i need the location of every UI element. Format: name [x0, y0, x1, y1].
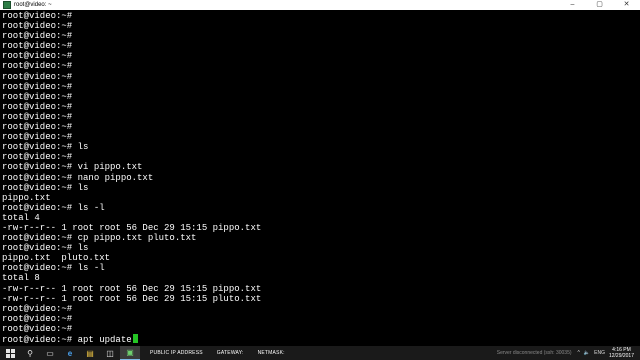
minimize-button[interactable]: – [559, 0, 586, 10]
text-cursor [132, 334, 138, 343]
terminal-line: root@video:~# ls [2, 142, 89, 153]
terminal-line: root@video:~# [2, 81, 73, 92]
terminal-line: root@video:~# [2, 313, 73, 324]
terminal-line: root@video:~# ls [2, 243, 89, 254]
terminal-line: root@video:~# [2, 303, 73, 314]
edge-icon[interactable]: e [60, 346, 80, 360]
maximize-button[interactable]: ▢ [586, 0, 613, 10]
terminal-line: root@video:~# [2, 122, 73, 133]
terminal-line: root@video:~# nano pippo.txt [2, 172, 154, 183]
clock-date: 12/29/2017 [608, 353, 634, 359]
terminal-line: total 8 [2, 273, 40, 284]
public-ip-label: PUBLIC IP ADDRESS [150, 350, 203, 356]
terminal-lines: root@video:~# root@video:~# root@video:~# r… [2, 11, 262, 345]
terminal-line: -rw-r--r-- 1 root root 56 Dec 29 15:15 p… [2, 293, 262, 304]
store-icon[interactable]: ◫ [100, 346, 120, 360]
terminal-line: root@video:~# [2, 41, 73, 52]
terminal-line: root@video:~# [2, 111, 73, 122]
terminal-line: root@video:~# [2, 31, 73, 42]
taskbar: ⚲ ▭ e ▤ ◫ ▣ PUBLIC IP ADDRESS GATEWAY: N… [0, 346, 640, 360]
terminal-line: root@video:~# cp pippo.txt pluto.txt [2, 233, 197, 244]
windows-logo-icon [5, 348, 15, 358]
terminal-line: root@video:~# [2, 11, 73, 21]
terminal-line: pippo.txt [2, 192, 51, 203]
task-view-icon[interactable]: ▭ [40, 346, 60, 360]
window-title: root@video: ~ [14, 2, 52, 8]
terminal-line: root@video:~# vi pippo.txt [2, 162, 143, 173]
status-text: Server disconnected (ssh: 30035) [496, 350, 572, 356]
terminal-line: root@video:~# ls -l [2, 202, 105, 213]
terminal-line: root@video:~# [2, 71, 73, 82]
explorer-icon[interactable]: ▤ [80, 346, 100, 360]
terminal-line: root@video:~# ls [2, 182, 89, 193]
terminal-line: pippo.txt pluto.txt [2, 253, 111, 264]
terminal-line: root@video:~# [2, 61, 73, 72]
terminal-line: root@video:~# [2, 323, 73, 334]
system-tray: ^ 🔈 ENG [578, 350, 605, 356]
terminal-line: root@video:~# [2, 51, 73, 62]
speaker-icon[interactable]: 🔈 [584, 350, 590, 356]
terminal-input-line[interactable]: root@video:~# apt update [2, 334, 261, 345]
terminal-line: -rw-r--r-- 1 root root 56 Dec 29 15:15 p… [2, 283, 262, 294]
language-indicator[interactable]: ENG [594, 350, 605, 356]
terminal-line: root@video:~# [2, 132, 73, 143]
terminal-line: root@video:~# ls -l [2, 263, 105, 274]
clock[interactable]: 4:16 PM 12/29/2017 [609, 347, 634, 359]
network-info: PUBLIC IP ADDRESS GATEWAY: NETMASK: [150, 350, 285, 356]
window-controls: – ▢ ✕ [559, 0, 640, 10]
terminal-line: -rw-r--r-- 1 root root 56 Dec 29 15:15 p… [2, 222, 262, 233]
close-button[interactable]: ✕ [613, 0, 640, 10]
search-icon[interactable]: ⚲ [20, 346, 40, 360]
command-input[interactable]: root@video:~# apt update [2, 335, 132, 345]
start-button[interactable] [0, 346, 20, 360]
gateway-label: GATEWAY: [216, 350, 244, 356]
terminal-line: root@video:~# [2, 91, 73, 102]
terminal-app-icon[interactable]: ▣ [120, 346, 140, 360]
terminal-line: root@video:~# [2, 101, 73, 112]
terminal-line: root@video:~# [2, 21, 73, 32]
terminal-app-icon [3, 1, 11, 9]
terminal-output[interactable]: root@video:~# root@video:~# root@video:~# r… [0, 10, 640, 346]
netmask-label: NETMASK: [257, 350, 285, 356]
terminal-line: root@video:~# [2, 152, 73, 163]
terminal-line: total 4 [2, 212, 40, 223]
tray-expand-icon[interactable]: ^ [578, 350, 580, 356]
